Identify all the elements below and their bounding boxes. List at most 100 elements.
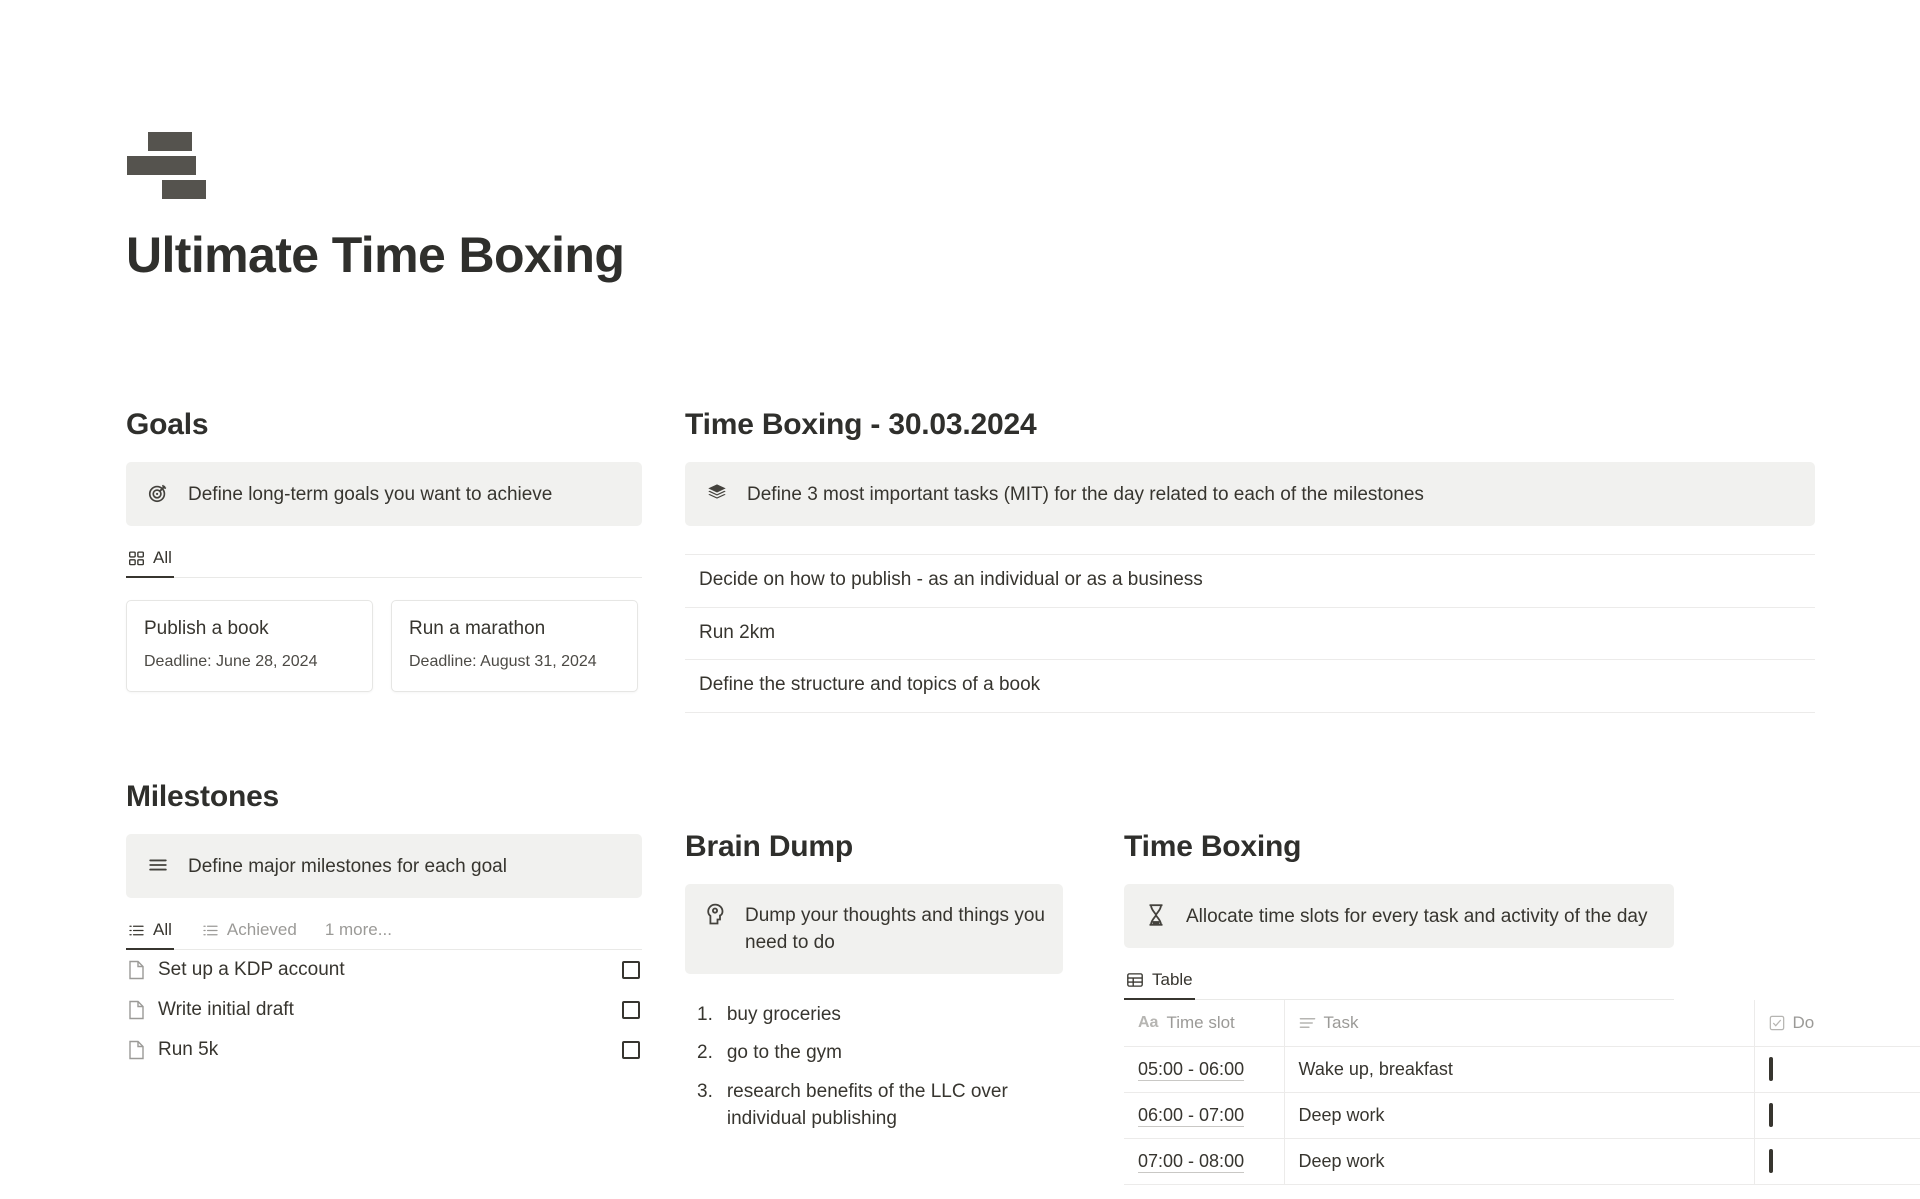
notion-page: Ultimate Time Boxing Goals Define long-t… [0, 0, 1920, 1199]
goals-heading: Goals [126, 406, 642, 444]
goal-card[interactable]: Publish a book Deadline: June 28, 2024 [126, 600, 373, 691]
column-header-time-slot-label: Time slot [1166, 1013, 1234, 1033]
list-item-text: go to the gym [727, 1039, 1063, 1067]
goals-callout: Define long-term goals you want to achie… [126, 462, 642, 527]
table-row[interactable]: 05:00 - 06:00 Wake up, breakfast [1124, 1047, 1920, 1093]
time-boxing-day-heading: Time Boxing - 30.03.2024 [685, 406, 1815, 444]
time-boxing-table-callout-text: Allocate time slots for every task and a… [1186, 902, 1647, 931]
milestone-checkbox[interactable] [622, 961, 640, 979]
column-header-task[interactable]: Task [1284, 1000, 1754, 1047]
cell-time-slot[interactable]: 07:00 - 08:00 [1124, 1139, 1284, 1185]
column-header-time-slot[interactable]: Aa Time slot [1124, 1000, 1284, 1047]
cell-task[interactable]: Wake up, breakfast [1284, 1047, 1754, 1093]
milestones-list: Set up a KDP account Write initial draft [126, 950, 642, 1070]
done-checkbox[interactable] [1769, 1057, 1773, 1081]
goal-card-title: Run a marathon [409, 617, 620, 642]
done-checkbox[interactable] [1769, 1149, 1773, 1173]
cell-time-slot[interactable]: 06:00 - 07:00 [1124, 1093, 1284, 1139]
list-item[interactable]: Set up a KDP account [126, 950, 642, 990]
milestones-tab-achieved[interactable]: Achieved [200, 920, 299, 949]
time-slot-link[interactable]: 05:00 - 06:00 [1138, 1059, 1244, 1081]
timeline-blocks-icon[interactable] [126, 128, 216, 200]
time-boxing-table-section: Time Boxing Allocate time slots for ever… [1124, 828, 1920, 1185]
milestones-heading: Milestones [126, 778, 642, 816]
time-slot-link[interactable]: 06:00 - 07:00 [1138, 1105, 1244, 1127]
milestones-callout-text: Define major milestones for each goal [188, 852, 507, 881]
column-header-task-label: Task [1324, 1013, 1359, 1033]
done-checkbox[interactable] [1769, 1103, 1773, 1127]
time-boxing-tabstrip: Table [1124, 970, 1674, 1000]
milestones-section: Milestones Define major milestones for e… [126, 778, 642, 1070]
time-boxing-day-section: Time Boxing - 30.03.2024 Define 3 most i… [685, 406, 1815, 713]
goal-card-deadline: Deadline: June 28, 2024 [144, 652, 355, 673]
milestones-tab-all[interactable]: All [126, 920, 174, 949]
milestones-tab-all-label: All [153, 920, 172, 940]
goal-card[interactable]: Run a marathon Deadline: August 31, 2024 [391, 600, 638, 691]
list-item[interactable]: Run 2km [685, 608, 1815, 661]
layers-stack-icon [705, 480, 729, 506]
brain-dump-list: 1. buy groceries 2. go to the gym 3. res… [685, 996, 1063, 1139]
milestone-label: Run 5k [158, 1039, 622, 1061]
brain-dump-section: Brain Dump Dump your thoughts and things… [685, 828, 1063, 1139]
milestones-callout: Define major milestones for each goal [126, 834, 642, 899]
multiline-text-icon [1299, 1016, 1316, 1030]
brain-dump-heading: Brain Dump [685, 828, 1063, 866]
list-item[interactable]: 1. buy groceries [685, 996, 1063, 1035]
list-item[interactable]: Define the structure and topics of a boo… [685, 660, 1815, 713]
list-item-number: 2. [697, 1039, 713, 1067]
list-item[interactable]: Write initial draft [126, 990, 642, 1030]
list-item[interactable]: Decide on how to publish - as an individ… [685, 555, 1815, 608]
cell-done[interactable] [1754, 1093, 1920, 1139]
milestone-checkbox[interactable] [622, 1041, 640, 1059]
list-lines-icon [146, 852, 170, 878]
page-doc-icon [128, 1000, 158, 1020]
milestone-label: Set up a KDP account [158, 959, 622, 981]
cell-time-slot[interactable]: 05:00 - 06:00 [1124, 1047, 1284, 1093]
goals-tab-all[interactable]: All [126, 548, 174, 577]
page-doc-icon [128, 960, 158, 980]
list-item-number: 1. [697, 1001, 713, 1029]
cell-done[interactable] [1754, 1047, 1920, 1093]
milestones-tabstrip: All Achieved 1 more... [126, 920, 642, 950]
milestone-checkbox[interactable] [622, 1001, 640, 1019]
time-boxing-table: Aa Time slot [1124, 1000, 1920, 1185]
table-row[interactable]: 06:00 - 07:00 Deep work [1124, 1093, 1920, 1139]
time-slot-link[interactable]: 07:00 - 08:00 [1138, 1151, 1244, 1173]
list-item[interactable]: Run 5k [126, 1030, 642, 1070]
time-boxing-table-callout: Allocate time slots for every task and a… [1124, 884, 1674, 949]
milestone-label: Write initial draft [158, 999, 622, 1021]
brain-dump-callout-text: Dump your thoughts and things you need t… [745, 901, 1045, 957]
cell-task[interactable]: Deep work [1284, 1139, 1754, 1185]
goals-card-list: Publish a book Deadline: June 28, 2024 R… [126, 600, 642, 691]
page-header: Ultimate Time Boxing [126, 128, 1826, 283]
list-item[interactable]: 2. go to the gym [685, 1034, 1063, 1073]
column-header-done[interactable]: Do [1754, 1000, 1920, 1047]
checkbox-type-icon [1769, 1015, 1785, 1031]
goals-callout-text: Define long-term goals you want to achie… [188, 480, 552, 509]
list-item[interactable]: 3. research benefits of the LLC over ind… [685, 1073, 1063, 1139]
time-boxing-day-callout-text: Define 3 most important tasks (MIT) for … [747, 480, 1424, 509]
goal-card-deadline: Deadline: August 31, 2024 [409, 652, 620, 673]
page-doc-icon [128, 1040, 158, 1060]
list-item-text: buy groceries [727, 1001, 1063, 1029]
mit-list: Decide on how to publish - as an individ… [685, 554, 1815, 713]
goals-section: Goals Define long-term goals you want to… [126, 406, 642, 692]
hourglass-icon [1144, 902, 1168, 928]
cell-done[interactable] [1754, 1139, 1920, 1185]
milestones-tab-achieved-label: Achieved [227, 920, 297, 940]
tab-table[interactable]: Table [1124, 970, 1195, 999]
milestones-tabs-more[interactable]: 1 more... [325, 920, 392, 949]
list-item-text: research benefits of the LLC over indivi… [727, 1078, 1063, 1133]
gallery-grid-icon [128, 550, 145, 567]
goals-tabstrip: All [126, 548, 642, 578]
target-icon [146, 480, 170, 506]
goal-card-title: Publish a book [144, 617, 355, 642]
time-boxing-day-callout: Define 3 most important tasks (MIT) for … [685, 462, 1815, 527]
tab-table-label: Table [1152, 970, 1193, 990]
cell-task[interactable]: Deep work [1284, 1093, 1754, 1139]
time-boxing-table-heading: Time Boxing [1124, 828, 1920, 866]
goals-tab-all-label: All [153, 548, 172, 568]
brain-dump-callout: Dump your thoughts and things you need t… [685, 884, 1063, 974]
table-row[interactable]: 07:00 - 08:00 Deep work [1124, 1139, 1920, 1185]
page-title: Ultimate Time Boxing [126, 228, 1826, 283]
